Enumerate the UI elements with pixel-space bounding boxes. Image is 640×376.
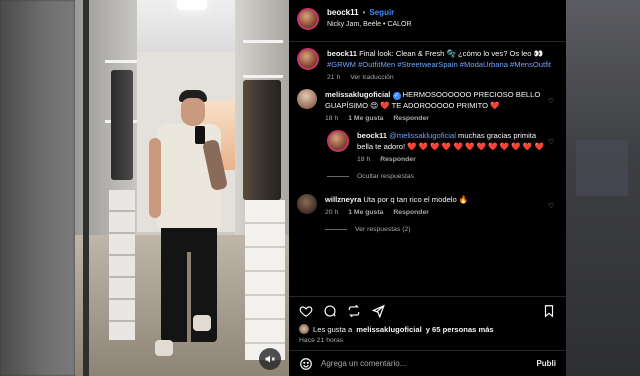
- caption-avatar[interactable]: [297, 48, 319, 70]
- repost-icon: [348, 304, 360, 317]
- comment-composer: Agrega un comentario... Publi: [289, 350, 566, 376]
- view-replies-label: Ver respuestas (2): [355, 226, 411, 233]
- reply-time: 18 h: [357, 156, 371, 163]
- like-button[interactable]: [299, 304, 313, 318]
- separator-dot: •: [362, 8, 366, 17]
- phone-in-hand: [195, 126, 205, 144]
- reply-button[interactable]: Responder: [393, 209, 429, 216]
- backdrop-left: [0, 0, 75, 376]
- like-comment-icon[interactable]: ♡: [548, 97, 558, 105]
- comment-username[interactable]: melissaklugoficial: [325, 90, 390, 99]
- comment-avatar[interactable]: [297, 194, 317, 214]
- post-timestamp: Hace 21 horas: [299, 337, 344, 344]
- heart-icon: [299, 305, 313, 317]
- likes-others[interactable]: y 65 personas más: [426, 325, 494, 334]
- comment-item: willzneyra Uta por q tan rico el modelo …: [297, 194, 558, 216]
- person-figure: [75, 0, 289, 376]
- comment-button[interactable]: [323, 304, 337, 318]
- bookmark-icon: [544, 304, 554, 317]
- paper-plane-icon: [371, 304, 385, 318]
- view-replies-toggle[interactable]: Ver respuestas (2): [325, 226, 558, 233]
- caption-username[interactable]: beock11: [327, 49, 357, 58]
- caption-text: Final look: Clean & Fresh 🫧 ¿cómo lo ves…: [359, 49, 544, 58]
- liker-username[interactable]: melissaklugoficial: [356, 325, 421, 334]
- emoji-icon[interactable]: [299, 357, 313, 371]
- like-comment-icon[interactable]: ♡: [548, 202, 558, 210]
- follow-button[interactable]: Seguir: [369, 8, 394, 17]
- reply-avatar[interactable]: [327, 130, 349, 152]
- comments-list[interactable]: beock11 Final look: Clean & Fresh 🫧 ¿cóm…: [289, 42, 566, 296]
- author-avatar[interactable]: [297, 8, 319, 30]
- audio-track[interactable]: Nicky Jam, Beéle • CALOR: [327, 21, 412, 28]
- comment-time: 20 h: [325, 209, 339, 216]
- verified-badge-icon: ✓: [392, 92, 401, 100]
- reply-button[interactable]: Responder: [380, 156, 416, 163]
- share-button[interactable]: [371, 304, 385, 318]
- like-comment-icon[interactable]: ♡: [548, 138, 558, 146]
- save-button[interactable]: [542, 304, 556, 318]
- comment-time: 18 h: [325, 115, 339, 122]
- hide-replies-label: Ocultar respuestas: [357, 173, 415, 180]
- speaker-muted-icon: [265, 355, 275, 363]
- comment-icon: [324, 304, 336, 317]
- likes-summary: Les gusta a melissaklugoficial y 65 pers…: [289, 324, 566, 334]
- post-header: beock11 • Seguir Nicky Jam, Beéle • CALO…: [289, 0, 566, 42]
- comment-likes[interactable]: 1 Me gusta: [348, 209, 383, 216]
- reply-mention[interactable]: @melissaklugoficial: [389, 131, 456, 140]
- author-username[interactable]: beock11: [327, 8, 359, 17]
- translate-link[interactable]: Ver traducción: [350, 74, 393, 81]
- comment-username[interactable]: willzneyra: [325, 195, 361, 204]
- liker-avatar: [299, 324, 309, 334]
- hide-replies-toggle[interactable]: Ocultar respuestas: [327, 173, 558, 180]
- reply-username[interactable]: beock11: [357, 131, 387, 140]
- post-modal: beock11 • Seguir Nicky Jam, Beéle • CALO…: [75, 0, 566, 376]
- reply-item: beock11 @melissaklugoficial muchas graci…: [327, 130, 558, 163]
- repost-button[interactable]: [347, 304, 361, 318]
- post-side-panel: beock11 • Seguir Nicky Jam, Beéle • CALO…: [289, 0, 566, 376]
- reply-button[interactable]: Responder: [393, 115, 429, 122]
- mute-button[interactable]: [259, 348, 281, 370]
- comment-input[interactable]: Agrega un comentario...: [321, 359, 528, 368]
- caption: beock11 Final look: Clean & Fresh 🫧 ¿cóm…: [297, 48, 558, 81]
- comment-item: melissaklugoficial ✓ HERMOSOOOOOO PRECIO…: [297, 89, 558, 122]
- caption-hashtags[interactable]: #GRWM #OutfitMen #StreetwearSpain #ModaU…: [327, 60, 551, 69]
- backdrop-right: [566, 0, 640, 376]
- comment-likes[interactable]: 1 Me gusta: [348, 115, 383, 122]
- likes-prefix: Les gusta a: [313, 324, 353, 334]
- comment-avatar[interactable]: [297, 89, 317, 109]
- caption-time: 21 h: [327, 74, 341, 81]
- publish-button[interactable]: Publi: [536, 359, 556, 368]
- post-actions-bar: [289, 296, 566, 324]
- post-photo[interactable]: [75, 0, 289, 376]
- comment-text: Uta por q tan rico el modelo 🔥: [363, 195, 469, 204]
